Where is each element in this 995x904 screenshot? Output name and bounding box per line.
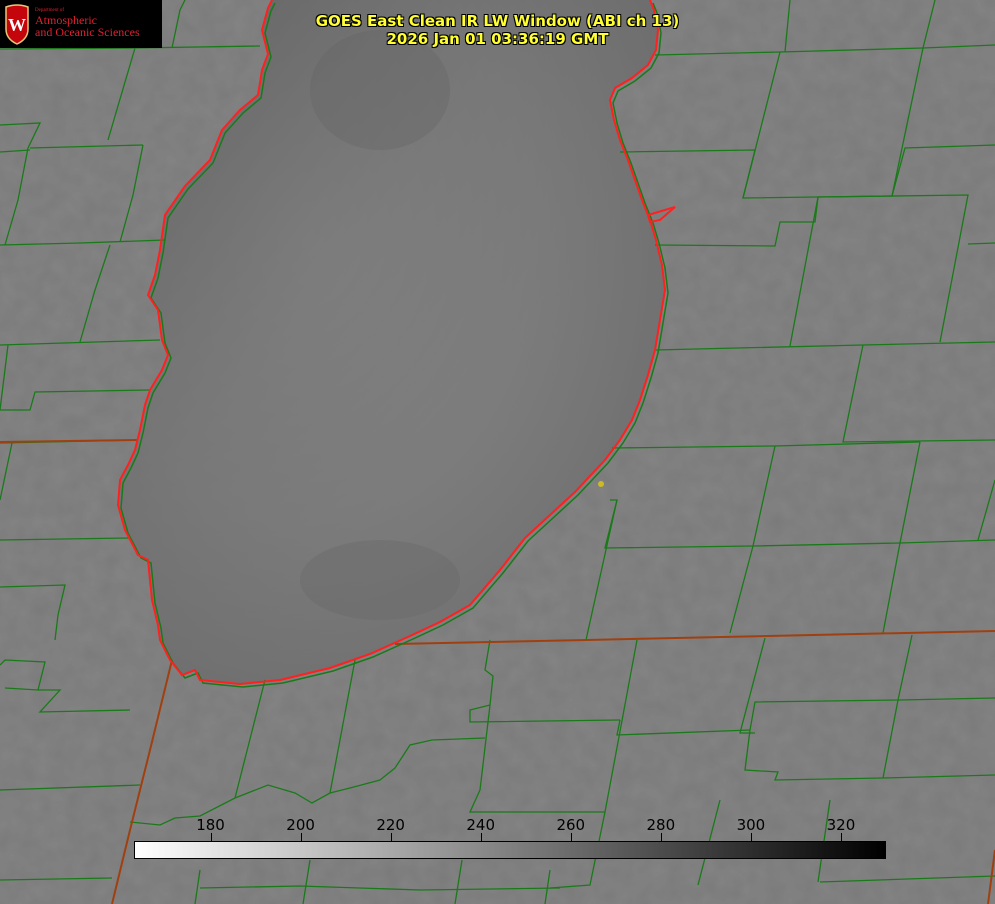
colorbar-tick — [660, 833, 662, 841]
colorbar-tick-label: 200 — [286, 816, 315, 834]
colorbar-tick-label: 260 — [556, 816, 586, 834]
colorbar-tick — [210, 833, 212, 841]
colorbar — [134, 841, 886, 859]
image-title: GOES East Clean IR LW Window (ABI ch 13) — [315, 12, 680, 30]
colorbar-tick-label: 320 — [826, 816, 856, 834]
colorbar-tick-label: 280 — [646, 816, 676, 834]
colorbar-tick-label: 220 — [376, 816, 405, 834]
colorbar-tick-label: 300 — [736, 816, 766, 834]
image-timestamp: 2026 Jan 01 03:36:19 GMT — [386, 30, 609, 48]
location-marker — [598, 481, 604, 487]
colorbar-tick — [390, 833, 392, 841]
colorbar-tick — [840, 833, 842, 841]
map-viewport: W Department of Atmospheric and Oceanic … — [0, 0, 995, 904]
colorbar-tick-label: 240 — [466, 816, 496, 834]
colorbar-tick — [300, 833, 302, 841]
colorbar-tick — [570, 833, 572, 841]
colorbar-tick-label: 180 — [196, 816, 225, 834]
satellite-map — [0, 0, 995, 904]
colorbar-tick — [480, 833, 482, 841]
colorbar-tick — [750, 833, 752, 841]
